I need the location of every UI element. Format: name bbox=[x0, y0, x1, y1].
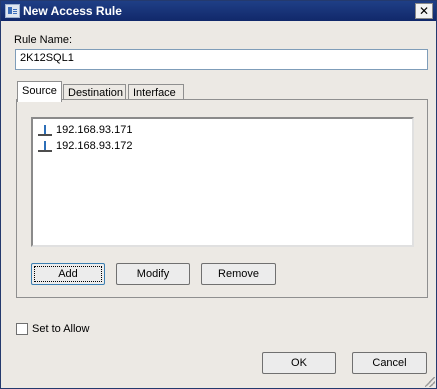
list-item[interactable]: 192.168.93.172 bbox=[37, 139, 132, 153]
network-host-icon bbox=[37, 124, 53, 137]
resize-grip-icon[interactable] bbox=[425, 377, 435, 387]
rule-name-label: Rule Name: bbox=[14, 34, 73, 46]
tab-source[interactable]: Source bbox=[17, 81, 62, 102]
title-bar: New Access Rule ✕ bbox=[1, 1, 436, 21]
source-tab-panel: 192.168.93.171 192.168.93.172 Add Modify… bbox=[16, 99, 428, 298]
cancel-button[interactable]: Cancel bbox=[352, 352, 427, 374]
app-icon bbox=[5, 4, 20, 18]
remove-button[interactable]: Remove bbox=[201, 263, 276, 285]
set-to-allow-label: Set to Allow bbox=[32, 323, 90, 335]
source-address-list[interactable]: 192.168.93.171 192.168.93.172 bbox=[31, 117, 414, 247]
list-item-label: 192.168.93.172 bbox=[56, 140, 133, 152]
rule-name-input[interactable]: 2K12SQL1 bbox=[15, 49, 428, 70]
ok-button[interactable]: OK bbox=[262, 352, 336, 374]
modify-button[interactable]: Modify bbox=[116, 263, 190, 285]
window-title: New Access Rule bbox=[23, 4, 122, 18]
add-button[interactable]: Add bbox=[31, 263, 105, 285]
list-item[interactable]: 192.168.93.171 bbox=[37, 123, 132, 137]
network-host-icon bbox=[37, 140, 53, 153]
set-to-allow-checkbox[interactable] bbox=[16, 323, 28, 335]
close-button[interactable]: ✕ bbox=[415, 3, 433, 19]
list-item-label: 192.168.93.171 bbox=[56, 124, 133, 136]
new-access-rule-dialog: New Access Rule ✕ Rule Name: 2K12SQL1 So… bbox=[0, 0, 437, 389]
